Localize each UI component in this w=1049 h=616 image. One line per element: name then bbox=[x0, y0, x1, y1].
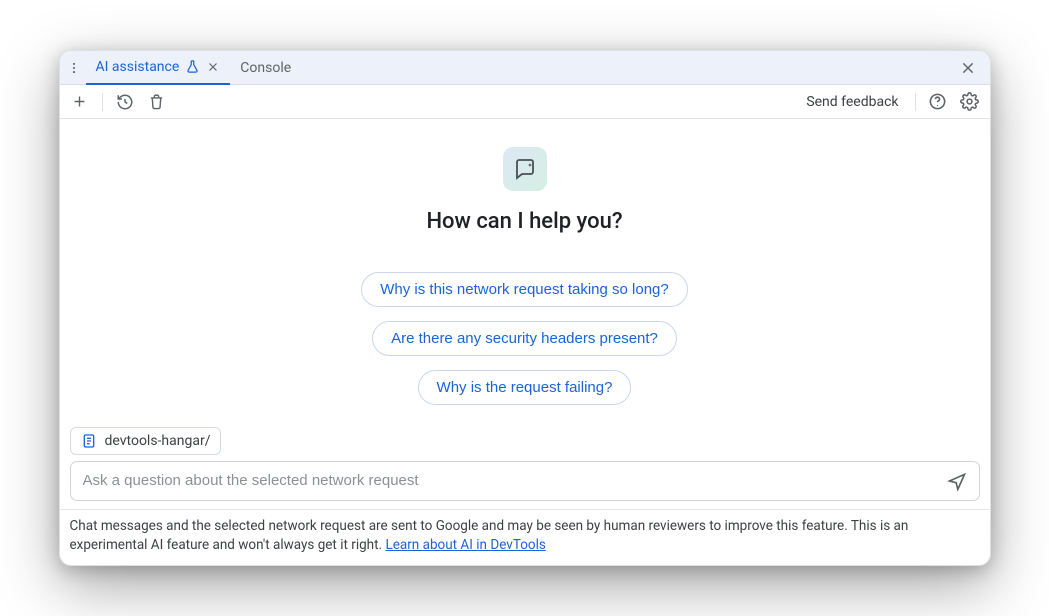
kebab-menu-icon[interactable] bbox=[64, 53, 84, 83]
context-label: devtools-hangar/ bbox=[105, 433, 211, 449]
tab-bar: AI assistance Console bbox=[60, 51, 990, 85]
document-icon bbox=[81, 433, 97, 449]
hero-title: How can I help you? bbox=[426, 209, 622, 234]
tab-ai-assistance[interactable]: AI assistance bbox=[86, 51, 231, 85]
suggestion-chip[interactable]: Why is the request failing? bbox=[418, 370, 632, 405]
tab-label: Console bbox=[240, 60, 291, 76]
tab-label: AI assistance bbox=[96, 59, 180, 75]
suggestion-chip[interactable]: Are there any security headers present? bbox=[372, 321, 677, 356]
toolbar-divider bbox=[102, 93, 103, 111]
settings-gear-icon[interactable] bbox=[958, 90, 982, 114]
ai-sparkle-chat-icon bbox=[503, 147, 547, 191]
toolbar-divider bbox=[915, 93, 916, 111]
flask-icon bbox=[185, 59, 200, 74]
context-row: devtools-hangar/ bbox=[60, 417, 232, 461]
suggestion-list: Why is this network request taking so lo… bbox=[361, 272, 687, 405]
new-chat-button[interactable] bbox=[68, 90, 92, 114]
input-row bbox=[60, 461, 990, 509]
selected-request-pill[interactable]: devtools-hangar/ bbox=[70, 427, 222, 455]
history-icon[interactable] bbox=[113, 90, 137, 114]
main-content: How can I help you? Why is this network … bbox=[60, 119, 990, 565]
tab-console[interactable]: Console bbox=[230, 51, 301, 85]
suggestion-chip[interactable]: Why is this network request taking so lo… bbox=[361, 272, 687, 307]
window-close-icon[interactable] bbox=[954, 54, 982, 82]
send-icon[interactable] bbox=[943, 467, 971, 495]
devtools-panel-window: AI assistance Console Send feedback bbox=[59, 50, 991, 566]
learn-more-link[interactable]: Learn about AI in DevTools bbox=[385, 537, 545, 553]
delete-icon[interactable] bbox=[145, 90, 169, 114]
prompt-input[interactable] bbox=[83, 472, 943, 489]
help-icon[interactable] bbox=[926, 90, 950, 114]
disclaimer-footer: Chat messages and the selected network r… bbox=[60, 509, 990, 565]
close-tab-icon[interactable] bbox=[206, 60, 220, 74]
prompt-input-wrap bbox=[70, 461, 980, 501]
toolbar: Send feedback bbox=[60, 85, 990, 119]
send-feedback-link[interactable]: Send feedback bbox=[800, 94, 904, 110]
